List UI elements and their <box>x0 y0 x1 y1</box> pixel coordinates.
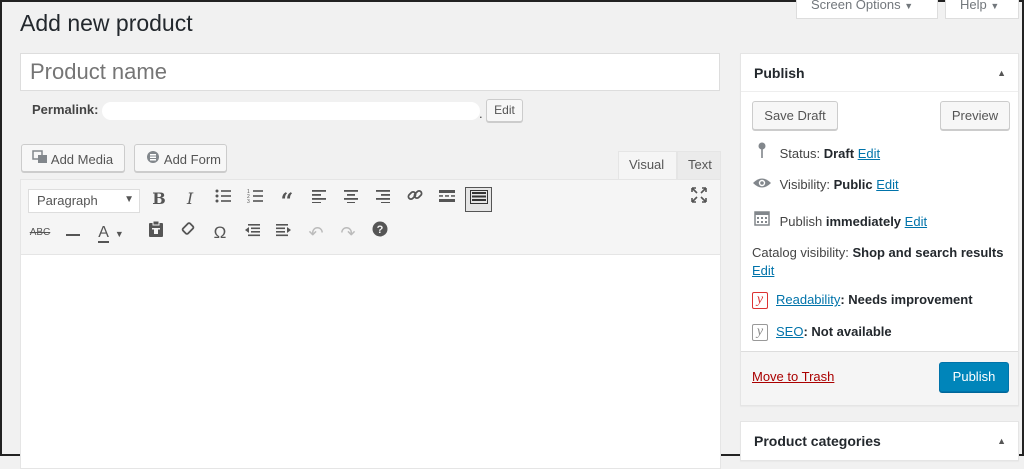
move-to-trash-link[interactable]: Move to Trash <box>752 369 834 384</box>
publish-box-header[interactable]: Publish ▲ <box>741 54 1018 92</box>
readability-value: : Needs improvement <box>840 292 973 307</box>
status-row: Status: Draft Edit <box>752 142 880 161</box>
blockquote-icon[interactable]: “ <box>275 187 299 215</box>
caret-down-icon: ▼ <box>990 1 1000 11</box>
caret-down-icon: ▼ <box>904 1 914 11</box>
special-character-icon[interactable]: Ω <box>208 221 232 245</box>
help-icon[interactable]: ? <box>368 221 392 245</box>
visibility-edit-link[interactable]: Edit <box>876 177 898 192</box>
visibility-label: Visibility: <box>779 177 830 192</box>
toolbar-toggle-icon[interactable] <box>465 187 492 212</box>
seo-row: y SEO: Not available <box>752 324 892 342</box>
permalink-label: Permalink: <box>32 102 99 117</box>
product-name-input[interactable] <box>20 53 720 91</box>
publish-actions: Move to Trash Publish <box>741 351 1018 405</box>
tab-visual[interactable]: Visual <box>618 151 677 179</box>
product-categories-box: Product categories ▲ <box>740 421 1019 461</box>
seo-link[interactable]: SEO <box>776 324 803 339</box>
add-media-button[interactable]: Add Media <box>21 144 125 172</box>
content-editor[interactable]: Paragraph ▼ B I 123 “ ABC A ▼ Ω ↶ ↷ ? <box>20 179 721 469</box>
bullet-list-icon[interactable] <box>211 187 235 211</box>
strikethrough-icon[interactable]: ABC <box>28 221 52 245</box>
readability-link[interactable]: Readability <box>776 292 840 307</box>
svg-text:?: ? <box>377 224 384 236</box>
outdent-icon[interactable] <box>240 221 264 245</box>
save-draft-button[interactable]: Save Draft <box>752 101 838 130</box>
indent-icon[interactable] <box>272 221 296 245</box>
status-edit-link[interactable]: Edit <box>858 146 880 161</box>
chevron-down-icon: ▼ <box>124 194 134 205</box>
catalog-visibility-row: Catalog visibility: Shop and search resu… <box>752 244 1007 280</box>
visibility-value: Public <box>833 177 873 192</box>
help-tab[interactable]: Help ▼ <box>945 0 1019 19</box>
publish-box-title: Publish <box>754 65 805 81</box>
horizontal-line-icon[interactable] <box>61 221 85 245</box>
help-label: Help <box>960 0 987 12</box>
collapse-arrow-icon[interactable]: ▲ <box>997 436 1006 446</box>
collapse-arrow-icon[interactable]: ▲ <box>997 68 1006 78</box>
format-select[interactable]: Paragraph ▼ <box>28 189 140 213</box>
publish-value: immediately <box>825 214 902 229</box>
svg-text:3: 3 <box>247 199 250 203</box>
publish-edit-link[interactable]: Edit <box>905 214 927 229</box>
add-form-button[interactable]: Add Form <box>134 144 227 172</box>
form-icon <box>144 150 161 167</box>
fullscreen-icon[interactable] <box>687 187 711 211</box>
permalink-edit-button[interactable]: Edit <box>486 99 523 122</box>
page-title: Add new product <box>20 10 193 36</box>
numbered-list-icon[interactable]: 123 <box>243 187 267 211</box>
pin-icon <box>752 142 772 161</box>
catalog-visibility-value: Shop and search results <box>852 245 1004 260</box>
visibility-row: Visibility: Public Edit <box>752 177 899 192</box>
publish-box: Publish ▲ Save Draft Preview Status: Dra… <box>740 53 1019 406</box>
product-categories-title: Product categories <box>754 433 881 449</box>
publish-schedule-row: Publish immediately Edit <box>752 210 927 229</box>
screen-options-label: Screen Options <box>811 0 901 12</box>
add-form-label: Add Form <box>163 152 221 167</box>
readability-row: y Readability: Needs improvement <box>752 292 973 310</box>
format-select-value: Paragraph <box>37 193 98 208</box>
calendar-icon <box>752 210 772 229</box>
screen-options-tab[interactable]: Screen Options ▼ <box>796 0 938 19</box>
undo-icon[interactable]: ↶ <box>304 221 328 245</box>
catalog-visibility-label: Catalog visibility: <box>752 245 849 260</box>
align-left-icon[interactable] <box>307 187 331 211</box>
permalink-url <box>102 102 480 120</box>
link-icon[interactable] <box>403 187 427 211</box>
read-more-icon[interactable] <box>435 187 459 211</box>
eye-icon <box>752 177 772 192</box>
italic-icon[interactable]: I <box>178 187 202 211</box>
bold-icon[interactable]: B <box>147 187 171 211</box>
align-right-icon[interactable] <box>371 187 395 211</box>
tab-text[interactable]: Text <box>677 151 721 179</box>
align-center-icon[interactable] <box>339 187 363 211</box>
status-value: Draft <box>823 146 855 161</box>
yoast-readability-icon: y <box>752 292 768 310</box>
seo-value: : Not available <box>803 324 892 339</box>
add-media-label: Add Media <box>50 152 114 167</box>
yoast-seo-icon: y <box>752 324 768 342</box>
editor-toolbar: Paragraph ▼ B I 123 “ ABC A ▼ Ω ↶ ↷ ? <box>21 180 720 255</box>
status-label: Status: <box>779 146 821 161</box>
publish-label: Publish <box>779 214 823 229</box>
preview-button[interactable]: Preview <box>940 101 1010 130</box>
clear-formatting-icon[interactable] <box>176 221 200 245</box>
media-icon <box>31 150 48 167</box>
publish-button[interactable]: Publish <box>939 362 1009 392</box>
paste-as-text-icon[interactable] <box>144 220 168 245</box>
redo-icon[interactable]: ↷ <box>336 221 360 245</box>
permalink-suffix: . <box>479 106 483 121</box>
text-color-icon[interactable]: A ▼ <box>93 221 129 245</box>
catalog-visibility-edit-link[interactable]: Edit <box>752 263 774 278</box>
